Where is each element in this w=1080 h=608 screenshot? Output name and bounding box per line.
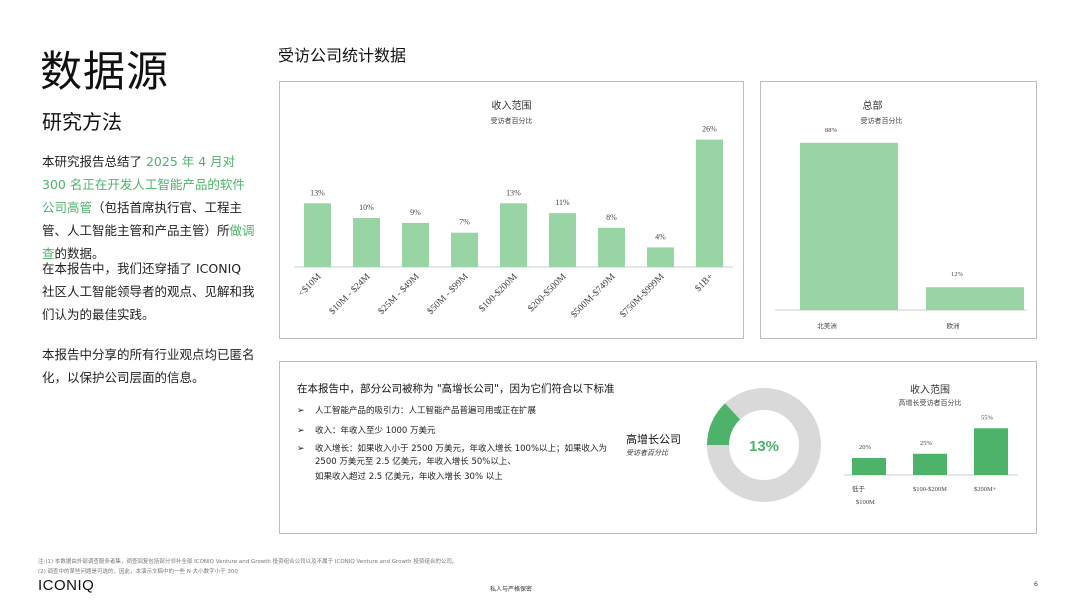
data-label: 9%	[410, 208, 421, 217]
headquarters-panel: 总部 受访者百分比 88% 北美洲 12% 欧洲	[760, 81, 1037, 339]
arrow-bullet-icon: ➢	[297, 426, 305, 436]
data-label: 12%	[951, 271, 964, 278]
data-label: 26%	[702, 125, 717, 134]
x-tick-label: $1B+	[693, 271, 716, 294]
x-tick-label: 欧洲	[947, 321, 960, 330]
community-paragraph: 在本报告中，我们还穿插了 ICONIQ 社区人工智能领导者的观点、见解和我们认为…	[42, 261, 255, 322]
footnote-2: (2) 调查中的某些问题是可选的，因此，本演示文稿中的一些 N 大小数字小于 3…	[38, 569, 238, 575]
data-label: 11%	[555, 198, 570, 207]
anonymity-paragraph: 本报告中分享的所有行业观点均已匿名化，以保护公司层面的信息。	[42, 347, 255, 385]
data-label: 88%	[825, 127, 838, 134]
bar	[304, 203, 331, 267]
data-label: 4%	[655, 232, 666, 241]
data-label: 10%	[359, 203, 374, 212]
bar	[451, 232, 478, 267]
x-tick-label: $50M - $99M	[425, 271, 471, 317]
footnote-1: 注:(1) 本数据由外部调查服务者集，调查回复包括部分邻补全部 ICONIQ V…	[38, 559, 458, 565]
x-tick-label: $100-$200M	[913, 486, 947, 493]
donut-center-label: 13%	[749, 438, 779, 455]
criteria-title: 在本报告中，部分公司被称为 "高增长公司"，因为它们符合以下标准	[297, 383, 615, 395]
criteria-extra: 如果收入超过 2.5 亿美元，年收入增长 30% 以上	[315, 472, 503, 482]
iconiq-logo: ICONIQ	[38, 577, 95, 594]
arrow-bullet-icon: ➢	[297, 444, 305, 454]
bar	[913, 453, 947, 475]
x-tick-label: $200-$500M	[526, 271, 569, 314]
data-label: 13%	[310, 188, 325, 197]
high-growth-donut: 13%	[707, 388, 821, 502]
revenue-range-panel: 收入范围 受访者百分比 13% <$10M 10% $10M - $24M 9% $25M…	[279, 81, 744, 339]
confidential-label: 私人与严格保密	[490, 586, 533, 593]
data-label: 20%	[859, 444, 872, 451]
high-growth-label: 高增长公司	[626, 433, 681, 446]
criteria-item-revenue: ➢ 收入：年收入至少 1000 万美元	[297, 425, 617, 438]
bar	[598, 227, 625, 267]
page-subtitle: 研究方法	[42, 110, 122, 134]
bar	[800, 142, 898, 310]
intro-paragraph: 本研究报告总结了 2025 年 4 月对 300 名正在开发人工智能产品的软件公…	[42, 150, 257, 265]
bar	[926, 287, 1024, 310]
data-label: 55%	[981, 414, 994, 421]
section-title: 受访公司统计数据	[278, 46, 407, 65]
x-tick-label: $100-$200M	[477, 271, 520, 314]
intro-text-pre: 本研究报告总结了	[42, 154, 146, 169]
x-tick-label: $750M-$999M	[618, 271, 667, 320]
page-title: 数据源	[40, 47, 170, 96]
bar	[852, 458, 886, 475]
bar	[647, 247, 674, 267]
criteria-text: 收入：年收入至少 1000 万美元	[315, 426, 436, 436]
criteria-item-traction: ➢ 人工智能产品的吸引力：人工智能产品普遍可用或正在扩展	[297, 405, 617, 418]
x-tick-label: <$10M	[296, 271, 324, 299]
x-tick-label: 低于$100M	[852, 484, 875, 506]
x-tick-label: 北美洲	[817, 321, 837, 330]
bar	[353, 218, 380, 267]
data-label: 8%	[606, 213, 617, 222]
x-tick-label: $25M - $49M	[376, 271, 422, 317]
data-label: 7%	[459, 218, 470, 227]
bar	[402, 222, 429, 267]
data-label: 13%	[506, 188, 521, 197]
arrow-bullet-icon: ➢	[297, 406, 305, 416]
bar	[500, 203, 527, 267]
bar	[974, 428, 1008, 475]
revenue-range-chart: 13% <$10M 10% $10M - $24M 9% $25M - $49M 7% $50…	[294, 125, 733, 320]
x-tick-label: $500M-$749M	[569, 271, 618, 320]
hg-revenue-chart-title: 收入范围	[910, 385, 950, 396]
headquarters-chart: 88% 北美洲 12% 欧洲	[775, 127, 1027, 330]
page-number: 6	[1034, 581, 1038, 588]
bar	[696, 139, 723, 267]
criteria-text: 收入增长：如果收入小于 2500 万美元，年收入增长 100%以上；如果收入为 …	[315, 444, 608, 467]
criteria-text: 人工智能产品的吸引力：人工智能产品普遍可用或正在扩展	[315, 406, 537, 416]
data-label: 25%	[920, 440, 933, 447]
criteria-item-growth: ➢ 收入增长：如果收入小于 2500 万美元，年收入增长 100%以上；如果收入为…	[297, 443, 617, 469]
high-growth-sublabel: 受访者百分比	[626, 449, 668, 457]
hg-revenue-chart: 20% 低于$100M 25% $100-$200M 55% $200M+	[844, 414, 1018, 506]
bar	[549, 213, 576, 267]
x-tick-label: $10M - $24M	[327, 271, 373, 317]
x-tick-label: $200M+	[974, 486, 997, 493]
